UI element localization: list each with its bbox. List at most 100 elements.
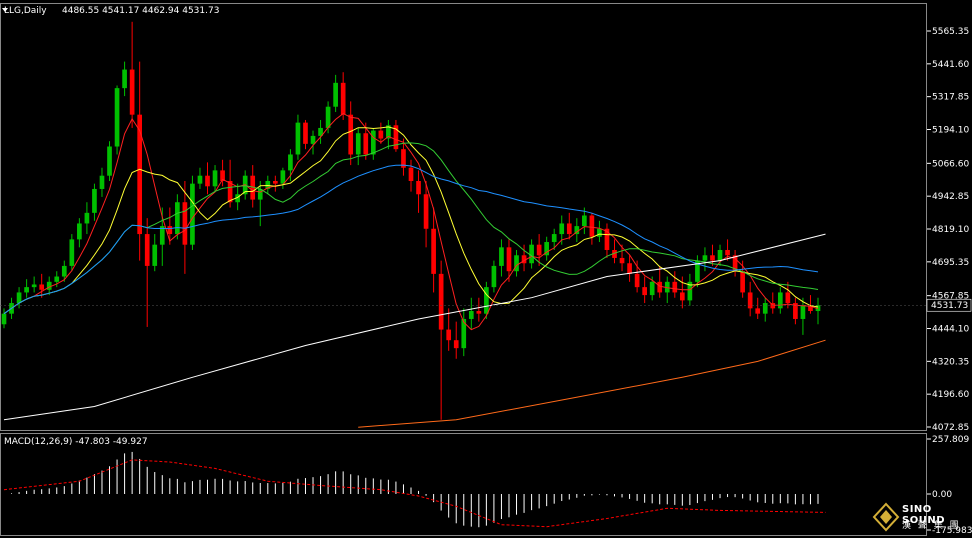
candle-body xyxy=(325,106,331,128)
candle-body xyxy=(122,69,127,89)
candle xyxy=(815,297,821,325)
candle xyxy=(777,287,783,314)
logo-diamond-icon xyxy=(872,502,900,532)
candle-body xyxy=(702,255,708,261)
sino-sound-logo: SINO SOUND 漢 聲 集 團 xyxy=(872,502,968,536)
candle-body xyxy=(61,265,67,277)
candle xyxy=(408,159,414,192)
candle xyxy=(446,308,452,351)
price-tick-label: 4444.10 xyxy=(932,324,969,334)
candle xyxy=(461,308,467,357)
candle-body xyxy=(378,130,384,139)
candle xyxy=(295,114,301,160)
candle-body xyxy=(370,130,376,155)
candle-body xyxy=(167,226,173,235)
candle-body xyxy=(740,271,745,293)
candle xyxy=(303,119,308,150)
candle-body xyxy=(529,244,534,264)
candle-body xyxy=(499,247,504,266)
candle xyxy=(265,175,271,195)
candle xyxy=(318,119,323,144)
candle-body xyxy=(438,273,444,330)
candle-body xyxy=(649,281,655,296)
candle-body xyxy=(634,273,640,288)
candle-body xyxy=(785,292,791,304)
price-tick-label: 5194.10 xyxy=(932,126,969,136)
candle-body xyxy=(107,146,112,176)
candle-body xyxy=(1,313,7,325)
candle xyxy=(333,74,338,113)
chart-canvas: 5565.35 5441.60 5317.85 5194.10 5066.60 4942.… xyxy=(0,3,972,536)
candle-body xyxy=(597,228,602,237)
candle-body xyxy=(280,170,286,184)
candle xyxy=(710,244,715,266)
candle-body xyxy=(182,202,188,245)
candle-body xyxy=(137,114,143,235)
candle xyxy=(122,61,127,97)
candle-body xyxy=(491,265,497,288)
price-tick-label: 4072.85 xyxy=(932,423,969,433)
candle-body xyxy=(408,167,414,182)
candle xyxy=(280,167,286,189)
candle-body xyxy=(190,183,195,245)
candle xyxy=(69,234,75,272)
candle xyxy=(597,220,602,243)
candle xyxy=(212,165,218,192)
candle-body xyxy=(642,287,647,296)
macd-header: MACD(12,26,9) -47.803 -49.927 xyxy=(4,437,148,447)
candle xyxy=(175,194,180,240)
price-tick-label: 4819.10 xyxy=(932,225,969,235)
price-tick-label: 5317.85 xyxy=(932,93,969,103)
candle xyxy=(589,212,595,245)
candle xyxy=(92,183,97,221)
candle-body xyxy=(295,122,301,155)
macd-tick-label: 257.809 xyxy=(932,435,969,445)
candle xyxy=(24,279,29,298)
candle-body xyxy=(506,247,512,272)
macd-tick-label: 0.00 xyxy=(932,490,952,500)
candle-body xyxy=(348,114,354,155)
candle-body xyxy=(16,292,22,304)
chart-ohlc: 4486.55 4541.17 4462.94 4531.73 xyxy=(62,6,219,16)
candle-body xyxy=(566,223,572,235)
candle xyxy=(393,119,399,152)
candle-body xyxy=(363,133,369,155)
candle-body xyxy=(114,88,120,147)
candle xyxy=(529,239,534,269)
candle-body xyxy=(762,303,768,314)
candle xyxy=(800,297,806,335)
candle-body xyxy=(24,287,29,293)
candle-body xyxy=(303,122,308,144)
price-tick-label: 4942.85 xyxy=(932,192,969,202)
candle-body xyxy=(559,223,565,235)
candle-body xyxy=(69,239,75,266)
candle-body xyxy=(205,175,210,187)
candle xyxy=(325,101,331,134)
candle-body xyxy=(39,284,45,290)
candle xyxy=(514,249,519,277)
candle xyxy=(755,297,761,319)
candle xyxy=(793,297,798,325)
candle xyxy=(348,101,354,166)
candle-body xyxy=(453,340,459,349)
candle xyxy=(491,260,497,293)
candle xyxy=(672,271,678,298)
candle xyxy=(61,260,67,282)
candle xyxy=(664,276,670,304)
candle xyxy=(152,234,158,272)
candle-body xyxy=(144,234,150,266)
candle xyxy=(137,61,143,261)
candle xyxy=(416,170,421,213)
candle-body xyxy=(627,263,632,274)
candle xyxy=(702,247,708,272)
candle-body xyxy=(672,281,678,293)
price-tick-label: 4320.35 xyxy=(932,357,969,367)
candle xyxy=(717,244,723,266)
candle xyxy=(747,281,753,317)
candle xyxy=(438,260,444,420)
candle-body xyxy=(755,308,761,314)
candle-body xyxy=(99,175,105,189)
candle-body xyxy=(679,292,685,301)
candle-body xyxy=(717,249,723,261)
candle-body xyxy=(175,202,180,235)
